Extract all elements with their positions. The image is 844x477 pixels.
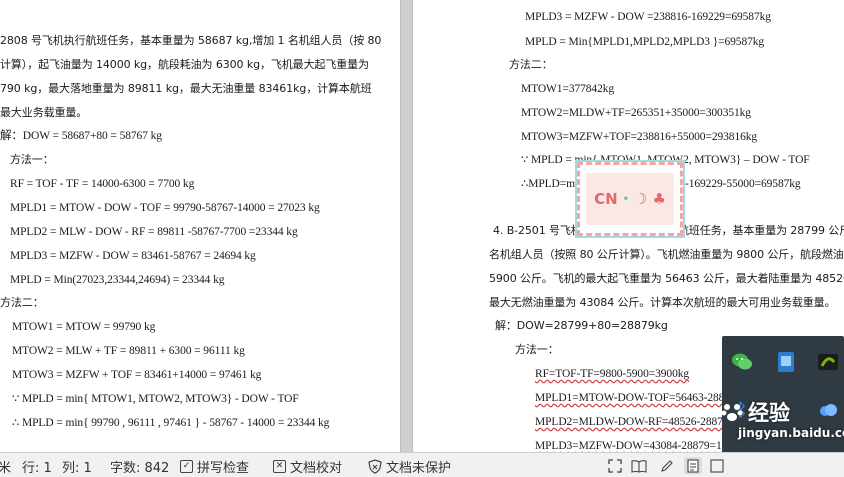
formula-line: RF=TOF-TF=9800-5900=3900kg xyxy=(535,368,690,380)
solution-line: 解：DOW=28799+80=28879kg xyxy=(495,319,668,332)
solution-line: 解：DOW = 58687+80 = 58767 kg xyxy=(0,130,162,142)
formula-line: RF = TOF - TF = 14000-6300 = 7700 kg xyxy=(10,178,195,190)
formula-line: -169229-55000=69587kg xyxy=(685,178,801,190)
formula-line: MTOW2=MLDW+TF=265351+35000=300351kg xyxy=(521,107,751,119)
app-icon[interactable] xyxy=(772,348,800,376)
sticker-label: CN xyxy=(594,190,618,208)
web-view-icon[interactable] xyxy=(708,457,726,474)
moon-icon: ☽ xyxy=(634,190,648,208)
spellcheck-button[interactable]: ✓ 拼写检查 xyxy=(180,457,249,476)
problem-text-line: 最大业务载重量。 xyxy=(0,106,88,119)
formula-line: MTOW1 = MTOW = 99790 kg xyxy=(12,321,156,333)
spellcheck-icon: ✓ xyxy=(180,460,193,473)
status-wordcount[interactable]: 字数: 842 xyxy=(110,457,169,476)
doc-protect-label: 文档未保护 xyxy=(386,461,452,476)
shirt-icon: ♣ xyxy=(652,190,666,208)
method-heading: 方法二： xyxy=(509,58,553,71)
formula-line: MTOW3=MZFW+TOF=238816+55000=293816kg xyxy=(521,131,758,143)
doc-review-label: 文档校对 xyxy=(290,461,343,476)
watermark-text: 经验 xyxy=(748,401,790,425)
problem-text-line: 790 kg，最大落地重量为 89811 kg，最大无油重量 83461kg，计… xyxy=(0,82,372,95)
spellcheck-label: 拼写检查 xyxy=(197,461,250,476)
unprotected-icon xyxy=(368,459,382,474)
formula-line: MPLD2 = MLW - DOW - RF = 89811 -58767-77… xyxy=(10,226,298,238)
formula-line: ∵ MPLD = min{ MTOW1, MTOW2, MTOW3} - DOW… xyxy=(12,393,299,405)
problem-text-line: 计算），起飞油量为 14000 kg，航段耗油为 6300 kg，飞机最大起飞重… xyxy=(0,58,369,71)
status-lang: 米 xyxy=(0,461,12,476)
sticker-overlay[interactable]: CN • ☽ ♣ xyxy=(575,160,685,238)
paw-icon xyxy=(721,404,743,421)
method-heading: 方法一： xyxy=(515,343,559,356)
problem-text-line: 名机组人员（按照 80 公斤计算）。飞机燃油重量为 9800 公斤，航段燃油重量… xyxy=(489,248,844,261)
read-mode-icon[interactable] xyxy=(630,457,648,474)
formula-line: MPLD2=MLDW-DOW-RF=48526-28879-39 xyxy=(535,416,744,428)
doc-review-icon: ✕ xyxy=(273,460,286,473)
formula-line: MPLD3 = MZFW - DOW =238816-169229=69587k… xyxy=(525,11,771,23)
formula-line: MPLD3=MZFW-DOW=43084-28879=14205 xyxy=(535,440,745,452)
method-heading: 方法二： xyxy=(0,296,44,309)
formula-line: MPLD3 = MZFW - DOW = 83461-58767 = 24694… xyxy=(10,250,256,262)
formula-line: MPLD = Min(27023,23344,24694) = 23344 kg xyxy=(10,274,225,286)
formula-line: ∴ MPLD = min{ 99790 , 96111 , 97461 } - … xyxy=(12,417,330,429)
watermark-url: jingyan.baidu.com xyxy=(738,426,844,440)
problem-text-line: 2808 号飞机执行航班任务，基本重量为 58687 kg,增加 1 名机组人员… xyxy=(0,34,382,47)
formula-line: MPLD1=MTOW-DOW-TOF=56463-28879- xyxy=(535,392,740,404)
formula-line: ∴MPLD=min xyxy=(521,178,584,190)
pen-icon[interactable] xyxy=(658,457,676,474)
gpu-icon[interactable] xyxy=(814,348,842,376)
formula-line: MPLD1 = MTOW - DOW - TOF = 99790-58767-1… xyxy=(10,202,320,214)
fullscreen-icon[interactable] xyxy=(606,457,624,474)
page-view-icon[interactable] xyxy=(684,457,702,474)
method-heading: 方法一： xyxy=(10,153,54,166)
formula-line: MPLD = Min{MPLD1,MPLD2,MPLD3 }=69587kg xyxy=(525,36,765,48)
doc-review-button[interactable]: ✕ 文档校对 xyxy=(273,457,342,476)
page-gutter xyxy=(400,0,413,452)
formula-line: MTOW1=377842kg xyxy=(521,83,615,95)
status-bar: 米 行: 1 列: 1 字数: 842 ✓ 拼写检查 ✕ 文档校对 文档未保护 xyxy=(0,452,844,477)
document-page-left[interactable]: 2808 号飞机执行航班任务，基本重量为 58687 kg,增加 1 名机组人员… xyxy=(0,0,400,452)
status-row: 行: 1 xyxy=(22,461,52,476)
problem-text-line: 最大无燃油重量为 43084 公斤。计算本次航班的最大可用业务载重量。 xyxy=(489,296,836,309)
dot-icon: • xyxy=(622,193,630,205)
formula-line: MTOW2 = MLW + TF = 89811 + 6300 = 96111 … xyxy=(12,345,245,357)
cloud-icon[interactable] xyxy=(814,396,842,424)
doc-protect-button[interactable]: 文档未保护 xyxy=(368,457,451,476)
wechat-icon[interactable] xyxy=(728,348,756,376)
status-col: 列: 1 xyxy=(62,461,92,476)
watermark-logo: 经验 xyxy=(720,397,790,427)
formula-line: MTOW3 = MZFW + TOF = 83461+14000 = 97461… xyxy=(12,369,262,381)
problem-text-line: 5900 公斤。飞机的最大起飞重量为 56463 公斤，最大着陆重量为 4852… xyxy=(489,272,844,285)
